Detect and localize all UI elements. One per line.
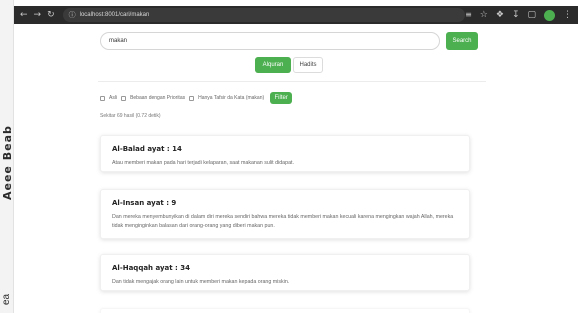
download-icon[interactable]: ↧	[512, 10, 520, 20]
result-title: Al-Haqqah ayat : 34	[112, 264, 191, 272]
filter-checkbox-tafsir[interactable]	[189, 95, 195, 101]
back-icon[interactable]: ←	[20, 10, 28, 20]
forward-icon[interactable]: →	[34, 10, 42, 20]
background-window-edge: Aeee Beab ea	[0, 0, 14, 313]
result-count: Sekitar 69 hasil (0.72 detik)	[100, 113, 161, 119]
browser-toolbar: ← → ↻ ⓘ localhost:8001/cari/makan ≡ ☆ ❖ …	[14, 6, 578, 24]
result-text: Dan mereka menyembunyikan di dalam diri …	[112, 214, 454, 229]
address-bar[interactable]: ⓘ localhost:8001/cari/makan	[62, 8, 466, 22]
tab-hadits[interactable]: Hadits	[293, 57, 323, 73]
filter-button[interactable]: Filter	[270, 92, 293, 104]
menu-icon[interactable]: ⋮	[563, 10, 572, 20]
search-input[interactable]: makan	[100, 32, 440, 50]
result-text: Atau memberi makan pada hari terjadi kel…	[112, 160, 294, 166]
result-card[interactable]: Al-Balad ayat : 14 Atau memberi makan pa…	[100, 135, 470, 172]
result-card[interactable]: Al-Insan ayat : 9 Dan mereka menyembunyi…	[100, 189, 470, 239]
background-window-text-bottom: ea	[1, 293, 12, 305]
sidebar-icon[interactable]: ▢	[527, 10, 536, 20]
search-bar: makan Search	[100, 32, 478, 50]
page-content: makan Search Alquran Hadits Asli Bebaan …	[14, 24, 578, 313]
result-card[interactable]: Al-Haqqah ayat : 34 Dan tidak mengajak o…	[100, 254, 470, 291]
extension-icon[interactable]: ❖	[496, 10, 504, 20]
filter-checkbox-asli[interactable]	[100, 95, 105, 101]
url-text: localhost:8001/cari/makan	[79, 12, 150, 18]
filter-label-tafsir: Hanya Tafsir da Kata (makan)	[198, 95, 265, 101]
result-text: Dan tidak mengajak orang lain untuk memb…	[112, 279, 290, 285]
tab-alquran[interactable]: Alquran	[255, 57, 291, 73]
filter-label-prioritas: Bebaan dengan Prioritas	[130, 95, 186, 101]
search-button[interactable]: Search	[446, 32, 478, 50]
star-icon[interactable]: ☆	[480, 10, 488, 20]
result-card[interactable]	[100, 308, 470, 313]
filter-checkbox-prioritas[interactable]	[121, 95, 127, 101]
translate-icon[interactable]: ≡	[465, 11, 472, 19]
result-title: Al-Balad ayat : 14	[112, 145, 182, 153]
info-icon[interactable]: ⓘ	[69, 11, 76, 19]
result-title: Al-Insan ayat : 9	[112, 199, 177, 207]
background-window-text: Aeee Beab	[1, 125, 13, 200]
filter-label-asli: Asli	[109, 95, 118, 101]
filter-row: Asli Bebaan dengan Prioritas Hanya Tafsi…	[100, 92, 293, 104]
divider	[98, 81, 486, 82]
source-tabs: Alquran Hadits	[255, 57, 323, 73]
reload-icon[interactable]: ↻	[47, 10, 55, 20]
profile-icon[interactable]	[544, 9, 555, 21]
